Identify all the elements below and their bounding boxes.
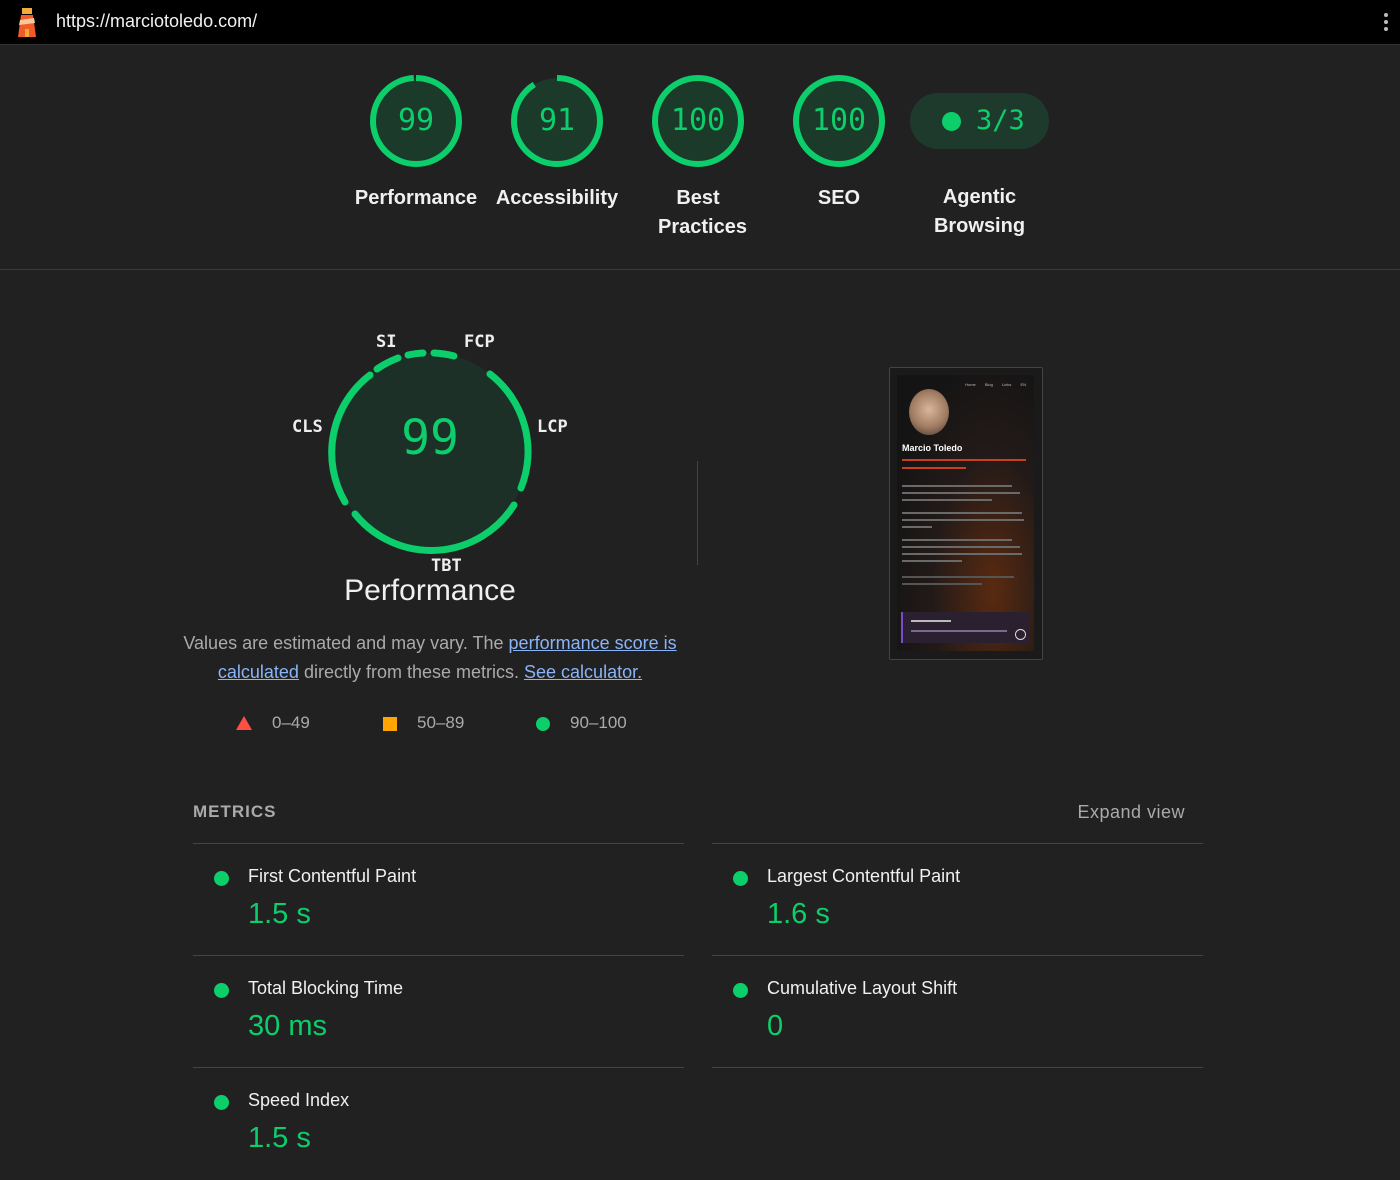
agentic-label: Agentic Browsing (933, 186, 1026, 237)
pass-dot-icon (214, 983, 229, 998)
pass-circle-icon (536, 717, 550, 731)
metric-cumulative-layout-shift: Cumulative Layout Shift 0 (712, 955, 1203, 1068)
tag-fcp: FCP (464, 332, 495, 352)
gauge-score: 100 (811, 103, 867, 138)
tag-tbt: TBT (431, 556, 462, 576)
metric-name: First Contentful Paint (248, 866, 417, 886)
metric-value: 1.5 s (248, 1122, 311, 1154)
agentic-value: 3/3 (976, 105, 1025, 136)
metric-value: 1.5 s (248, 898, 311, 930)
performance-description: Values are estimated and may vary. The p… (183, 633, 677, 682)
pass-dot-icon (942, 112, 961, 131)
pass-dot-icon (214, 871, 229, 886)
performance-title: Performance (344, 574, 516, 607)
gauge-score: 100 (670, 103, 726, 138)
gauge-score: 91 (538, 103, 576, 138)
tag-si: SI (376, 332, 397, 352)
thumbnail-nav: Home Blog Links EN (965, 382, 1026, 387)
lighthouse-icon (18, 8, 36, 37)
metrics-heading: METRICS (193, 802, 277, 821)
average-square-icon (383, 717, 397, 731)
thumbnail-name: Marcio Toledo (902, 443, 963, 453)
address-bar: https://marciotoledo.com/ (0, 0, 1400, 45)
more-options-icon[interactable] (1378, 10, 1394, 36)
metric-name: Speed Index (248, 1090, 350, 1110)
metric-name: Total Blocking Time (248, 978, 404, 998)
metric-value: 30 ms (248, 1010, 327, 1042)
pass-dot-icon (733, 871, 748, 886)
page-url[interactable]: https://marciotoledo.com/ (56, 11, 257, 32)
metric-name: Largest Contentful Paint (767, 866, 961, 886)
metric-largest-contentful-paint: Largest Contentful Paint 1.6 s (712, 843, 1203, 956)
metric-value: 1.6 s (767, 898, 830, 930)
agentic-browsing-badge[interactable]: 3/3 (910, 93, 1049, 149)
fail-triangle-icon (236, 716, 252, 730)
expand-view-button[interactable]: Expand view (1077, 802, 1185, 823)
metric-speed-index: Speed Index 1.5 s (193, 1067, 684, 1180)
gauge-label: Best Practices (658, 187, 747, 238)
vertical-separator (697, 461, 698, 565)
category-gauges: 99 Performance 91 Accessibility 100 Best… (0, 72, 1400, 252)
gauge-best-practices[interactable]: 100 Best Practices (628, 72, 768, 242)
metric-name: Cumulative Layout Shift (767, 978, 958, 998)
tag-lcp: LCP (537, 417, 568, 437)
performance-gauge: 99 SI FCP CLS LCP TBT (280, 320, 580, 580)
tag-cls: CLS (292, 417, 323, 437)
page-screenshot-thumbnail[interactable]: Home Blog Links EN Marcio Toledo (889, 367, 1043, 660)
gauge-label: Performance (354, 187, 478, 209)
performance-score: 99 (401, 410, 459, 466)
whatsapp-icon (1015, 629, 1026, 640)
gauge-performance[interactable]: 99 Performance (346, 72, 486, 213)
pass-dot-icon (214, 1095, 229, 1110)
section-divider (0, 269, 1400, 270)
metric-value: 0 (767, 1010, 784, 1042)
avatar (909, 389, 949, 435)
gauge-score: 99 (397, 103, 435, 138)
gauge-label: Accessibility (495, 187, 619, 209)
metric-total-blocking-time: Total Blocking Time 30 ms (193, 955, 684, 1068)
gauge-seo[interactable]: 100 SEO (769, 72, 909, 213)
pass-dot-icon (733, 983, 748, 998)
see-calculator-link[interactable]: See calculator. (524, 662, 642, 682)
metric-first-contentful-paint: First Contentful Paint 1.5 s (193, 843, 684, 956)
thumbnail-quote-block (901, 612, 1029, 643)
gauge-label: SEO (817, 187, 861, 209)
gauge-accessibility[interactable]: 91 Accessibility (487, 72, 627, 213)
metrics-divider (712, 1067, 1203, 1068)
